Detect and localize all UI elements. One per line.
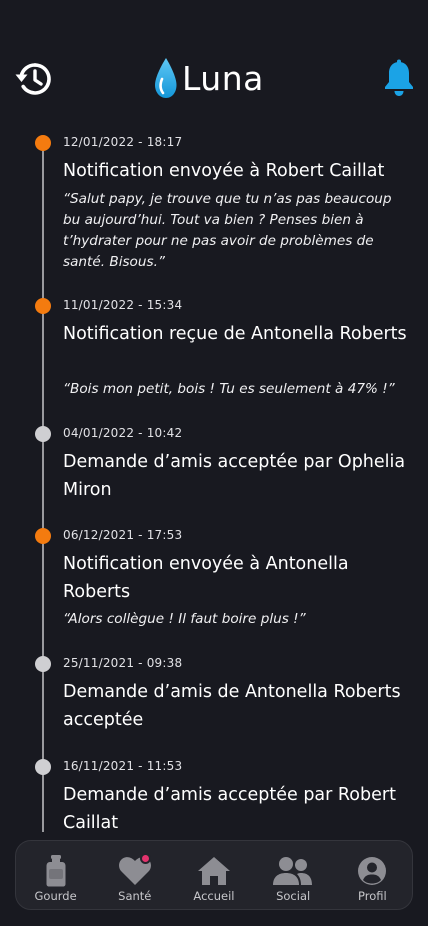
history-button[interactable] (14, 59, 54, 99)
entry-date: 11/01/2022 - 15:34 (63, 298, 183, 312)
water-drop-icon (155, 58, 177, 98)
app-logo: Luna (152, 56, 264, 100)
timeline-line (42, 142, 44, 832)
entry-title: Notification envoyée à Robert Caillat (63, 161, 385, 181)
user-icon (352, 855, 392, 887)
home-icon (194, 855, 234, 887)
heart-icon (115, 853, 155, 887)
entry-date: 04/01/2022 - 10:42 (63, 426, 183, 440)
nav-label: Accueil (193, 889, 235, 903)
notification-badge (139, 853, 151, 864)
history-timeline[interactable]: 12/01/2022 - 18:17 Notification envoyée … (0, 120, 428, 832)
entry-title: Notification reçue de Antonella Roberts (63, 324, 407, 344)
nav-item-gourde[interactable]: Gourde (20, 845, 92, 905)
friend-dot (35, 426, 51, 442)
entry-quote: “Bois mon petit, bois ! Tu es seulement … (63, 381, 395, 397)
friend-dot (35, 656, 51, 672)
entry-title: Demande d’amis de Antonella Roberts acce… (63, 682, 401, 730)
entry-quote: “Alors collègue ! Il faut boire plus !” (63, 611, 306, 627)
entry-title: Notification envoyée à Antonella Roberts (63, 554, 349, 602)
nav-item-social[interactable]: Social (257, 845, 329, 905)
nav-label: Social (276, 889, 311, 903)
notification-dot (35, 135, 51, 151)
entry-date: 16/11/2021 - 11:53 (63, 759, 183, 773)
nav-item-sante[interactable]: Santé (99, 845, 171, 905)
bottle-icon (36, 855, 76, 887)
app-header: Luna (0, 0, 428, 120)
nav-label: Gourde (34, 889, 77, 903)
notifications-button[interactable] (382, 59, 416, 97)
nav-label: Santé (118, 889, 152, 903)
nav-item-profil[interactable]: Profil (336, 845, 408, 905)
notification-dot (35, 298, 51, 314)
bottom-navigation: Gourde Santé Accueil Social Profil (15, 840, 413, 910)
bell-icon (385, 59, 413, 96)
app-name: Luna (182, 58, 264, 98)
entry-title: Demande d’amis acceptée par Robert Caill… (63, 785, 396, 832)
entry-title: Demande d’amis acceptée par Ophelia Miro… (63, 452, 406, 500)
friend-dot (35, 759, 51, 775)
nav-label: Profil (358, 889, 387, 903)
nav-item-accueil[interactable]: Accueil (178, 845, 250, 905)
entry-date: 25/11/2021 - 09:38 (63, 656, 183, 670)
entry-date: 06/12/2021 - 17:53 (63, 528, 183, 542)
entry-date: 12/01/2022 - 18:17 (63, 135, 183, 149)
notification-dot (35, 528, 51, 544)
history-icon (15, 63, 51, 95)
people-icon (273, 855, 313, 887)
entry-quote: “Salut papy, je trouve que tu n’as pas b… (63, 191, 392, 270)
